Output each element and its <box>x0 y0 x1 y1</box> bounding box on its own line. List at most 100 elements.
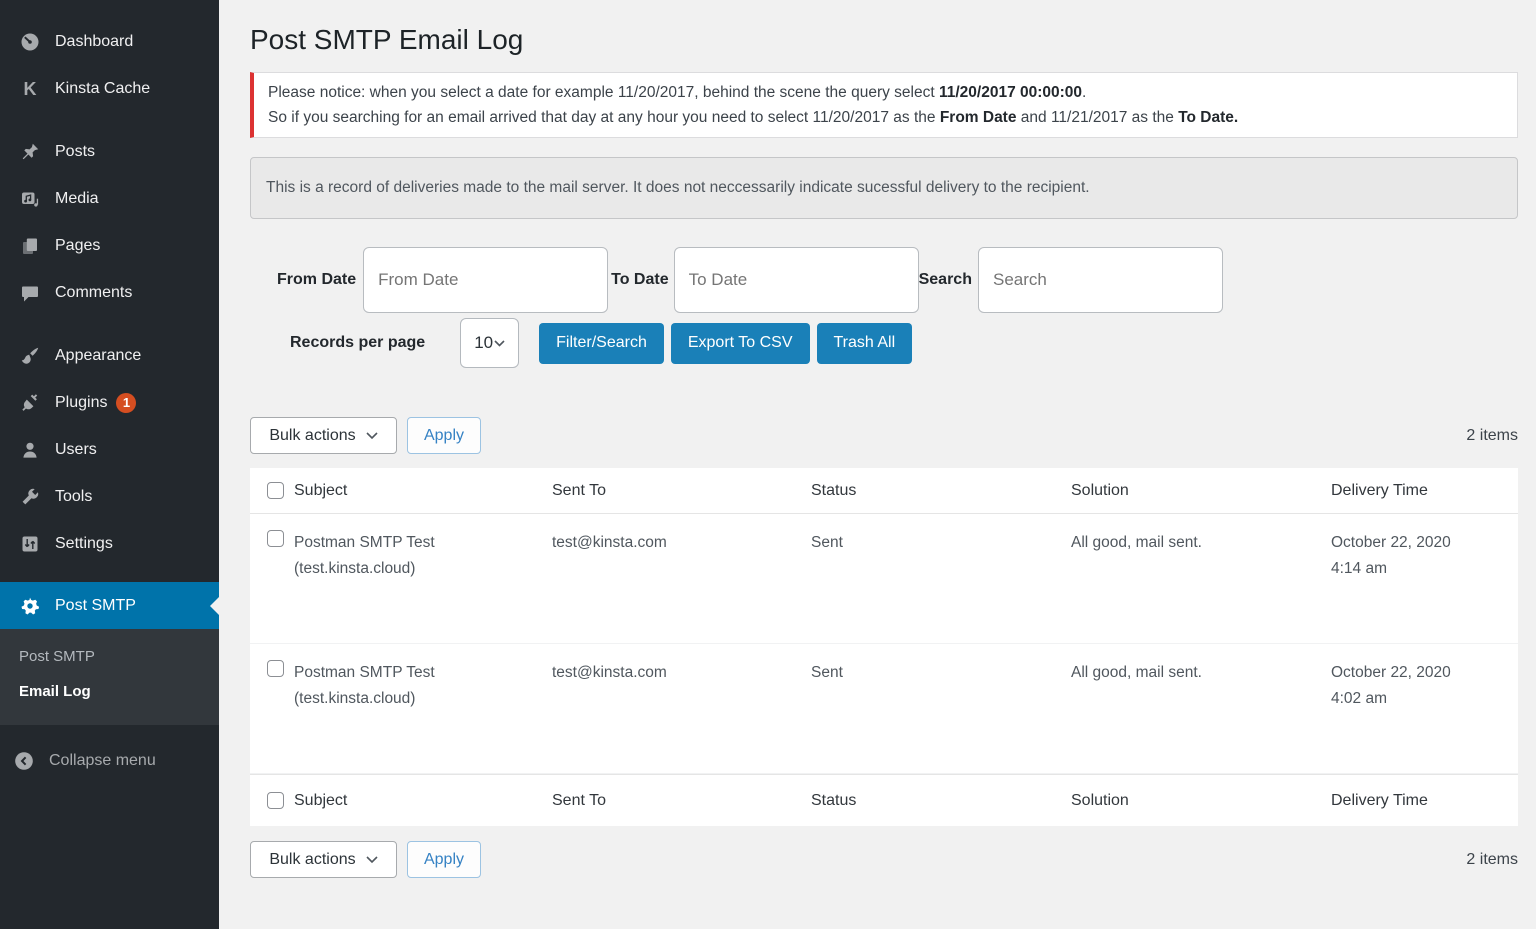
sidebar-item-appearance[interactable]: Appearance <box>0 332 219 379</box>
column-footer-status: Status <box>811 792 1071 810</box>
column-header-delivery-time: Delivery Time <box>1331 482 1518 500</box>
export-to-csv-button[interactable]: Export To CSV <box>671 323 810 364</box>
select-all-checkbox[interactable] <box>267 792 284 809</box>
sidebar-item-label: Posts <box>55 143 95 161</box>
sliders-icon <box>20 534 40 554</box>
from-date-label: From Date <box>277 271 356 289</box>
comment-bubble-icon <box>20 283 40 303</box>
sidebar-item-label: Pages <box>55 237 100 255</box>
notice-line-1: Please notice: when you select a date fo… <box>268 80 1503 105</box>
plug-icon <box>20 393 40 413</box>
select-all-checkbox[interactable] <box>267 482 284 499</box>
cell-sent-to: test@kinsta.com <box>552 644 811 686</box>
to-date-input[interactable] <box>674 247 919 313</box>
collapse-menu-label: Collapse menu <box>49 752 156 770</box>
row-checkbox[interactable] <box>267 660 284 677</box>
gear-icon <box>20 596 40 616</box>
column-header-solution: Solution <box>1071 482 1331 500</box>
chevron-down-icon <box>366 432 378 440</box>
sidebar-item-users[interactable]: Users <box>0 426 219 473</box>
apply-button[interactable]: Apply <box>407 417 481 454</box>
media-icon <box>20 189 40 209</box>
plugins-update-badge: 1 <box>116 393 136 413</box>
page-title: Post SMTP Email Log <box>250 24 1518 56</box>
sidebar-item-kinsta-cache[interactable]: K Kinsta Cache <box>0 65 219 112</box>
table-row: Postman SMTP Test (test.kinsta.cloud) te… <box>250 644 1518 774</box>
bulk-actions-select[interactable]: Bulk actions <box>250 417 397 454</box>
sidebar-item-label: Settings <box>55 535 113 553</box>
filter-row-actions: Records per page 10 Filter/Search Export… <box>250 318 1518 368</box>
email-log-table: Subject Sent To Status Solution Delivery… <box>250 468 1518 826</box>
cell-status: Sent <box>811 514 1071 556</box>
records-per-page-select[interactable]: 10 <box>460 318 519 368</box>
table-footer-row: Subject Sent To Status Solution Delivery… <box>250 774 1518 826</box>
sidebar-item-label: Kinsta Cache <box>55 80 150 98</box>
chevron-down-icon <box>494 340 505 347</box>
column-header-subject: Subject <box>294 482 552 500</box>
wrench-icon <box>20 487 40 507</box>
search-label: Search <box>919 271 972 289</box>
sidebar-item-label: Dashboard <box>55 33 133 51</box>
trash-all-button[interactable]: Trash All <box>817 323 913 364</box>
table-row: Postman SMTP Test (test.kinsta.cloud) te… <box>250 514 1518 644</box>
to-date-label: To Date <box>611 271 668 289</box>
table-header-row: Subject Sent To Status Solution Delivery… <box>250 468 1518 514</box>
gauge-icon <box>20 32 40 52</box>
delivery-record-info: This is a record of deliveries made to t… <box>250 157 1518 219</box>
kinsta-k-icon: K <box>20 79 40 99</box>
pages-icon <box>20 236 40 256</box>
items-count: 2 items <box>1466 427 1518 445</box>
main-content: Post SMTP Email Log Please notice: when … <box>219 0 1536 929</box>
collapse-menu-button[interactable]: Collapse menu <box>0 737 219 784</box>
sidebar-item-comments[interactable]: Comments <box>0 269 219 316</box>
sidebar-item-label: Users <box>55 441 97 459</box>
sidebar-item-label: Post SMTP <box>55 597 136 615</box>
row-checkbox[interactable] <box>267 530 284 547</box>
sidebar-item-pages[interactable]: Pages <box>0 222 219 269</box>
bulk-actions-select[interactable]: Bulk actions <box>250 841 397 878</box>
column-footer-delivery-time: Delivery Time <box>1331 792 1518 810</box>
submenu-item-post-smtp[interactable]: Post SMTP <box>0 639 219 674</box>
sidebar-item-label: Tools <box>55 488 92 506</box>
notice-line-2: So if you searching for an email arrived… <box>268 105 1503 130</box>
column-header-status: Status <box>811 482 1071 500</box>
cell-status: Sent <box>811 644 1071 686</box>
cell-subject: Postman SMTP Test (test.kinsta.cloud) <box>294 644 552 712</box>
filter-search-button[interactable]: Filter/Search <box>539 323 664 364</box>
sidebar-item-media[interactable]: Media <box>0 175 219 222</box>
sidebar-item-label: Media <box>55 190 99 208</box>
bulk-actions-row-bottom: Bulk actions Apply 2 items <box>250 841 1518 878</box>
cell-delivery-time: October 22, 2020 4:02 am <box>1331 644 1518 712</box>
sidebar-item-post-smtp[interactable]: Post SMTP <box>0 582 219 629</box>
collapse-arrow-icon <box>14 751 34 771</box>
sidebar-item-label: Comments <box>55 284 132 302</box>
cell-solution: All good, mail sent. <box>1071 514 1331 556</box>
search-input[interactable] <box>978 247 1223 313</box>
items-count: 2 items <box>1466 851 1518 869</box>
from-date-input[interactable] <box>363 247 608 313</box>
filter-row-dates: From Date To Date Search <box>250 247 1518 313</box>
column-header-sent-to: Sent To <box>552 482 811 500</box>
sidebar-item-posts[interactable]: Posts <box>0 128 219 175</box>
records-per-page-label: Records per page <box>290 334 425 352</box>
cell-solution: All good, mail sent. <box>1071 644 1331 686</box>
sidebar-item-label: Appearance <box>55 347 141 365</box>
admin-sidebar: Dashboard K Kinsta Cache Posts Media Pag… <box>0 0 219 929</box>
submenu-item-email-log[interactable]: Email Log <box>0 674 219 709</box>
sidebar-item-tools[interactable]: Tools <box>0 473 219 520</box>
user-icon <box>20 440 40 460</box>
sidebar-item-settings[interactable]: Settings <box>0 520 219 567</box>
column-footer-solution: Solution <box>1071 792 1331 810</box>
date-query-notice: Please notice: when you select a date fo… <box>250 72 1518 138</box>
chevron-down-icon <box>366 856 378 864</box>
cell-sent-to: test@kinsta.com <box>552 514 811 556</box>
apply-button[interactable]: Apply <box>407 841 481 878</box>
column-footer-subject: Subject <box>294 792 552 810</box>
sidebar-item-plugins[interactable]: Plugins 1 <box>0 379 219 426</box>
pushpin-icon <box>20 142 40 162</box>
sidebar-item-dashboard[interactable]: Dashboard <box>0 18 219 65</box>
post-smtp-submenu: Post SMTP Email Log <box>0 629 219 725</box>
cell-delivery-time: October 22, 2020 4:14 am <box>1331 514 1518 582</box>
bulk-actions-row-top: Bulk actions Apply 2 items <box>250 417 1518 454</box>
cell-subject: Postman SMTP Test (test.kinsta.cloud) <box>294 514 552 582</box>
